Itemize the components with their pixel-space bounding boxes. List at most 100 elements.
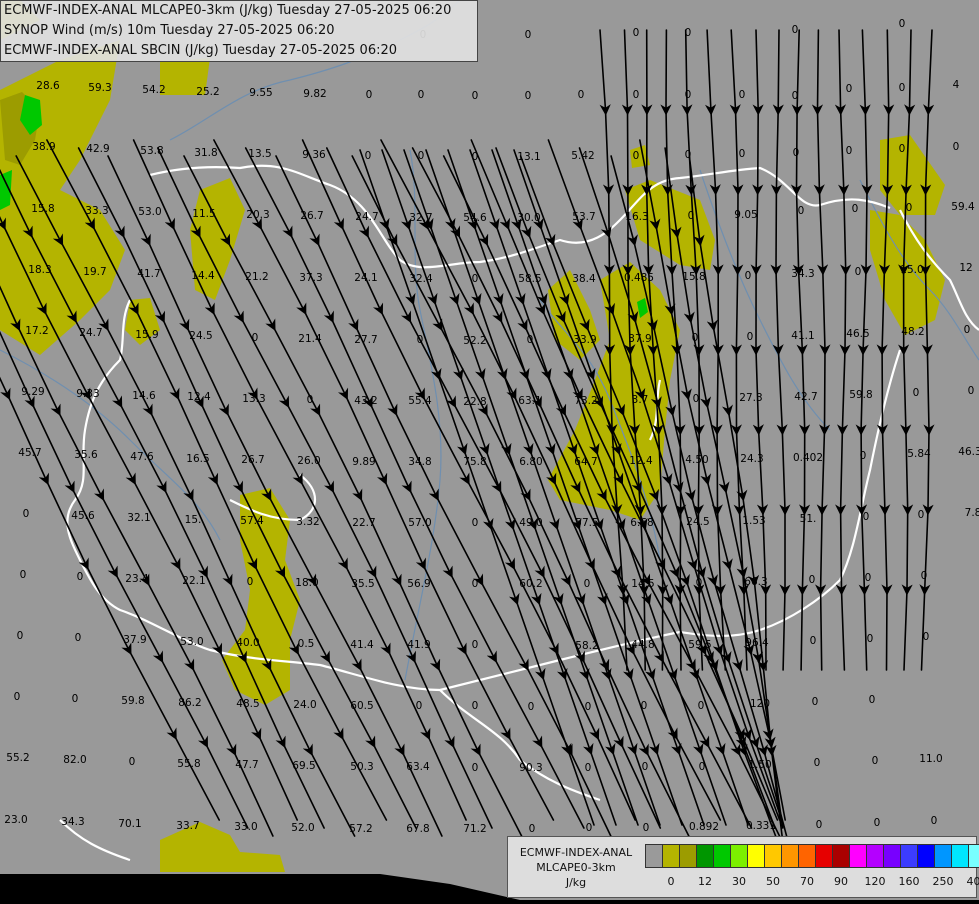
cin-value-label: 0 xyxy=(633,89,640,101)
cin-value-label: 0 xyxy=(527,334,534,346)
cin-value-label: 41.7 xyxy=(137,268,160,280)
cin-value-label: 45.6 xyxy=(71,510,95,522)
cin-value-label: 0 xyxy=(692,332,699,344)
legend-tick-label: 120 xyxy=(865,875,886,888)
legend-swatch xyxy=(952,845,969,867)
cin-value-label: 16.3 xyxy=(625,211,648,223)
cin-value-label: 120 xyxy=(750,698,770,710)
cin-value-label: 0 xyxy=(816,819,823,831)
cin-value-label: 20.3 xyxy=(246,209,269,221)
cin-value-label: 0 xyxy=(852,203,859,215)
cin-value-label: 21.4 xyxy=(298,333,322,345)
cin-value-label: 34.3 xyxy=(61,816,84,828)
cin-value-label: 17.2 xyxy=(25,325,48,337)
cin-value-label: 54.2 xyxy=(142,84,165,96)
cin-value-label: 0 xyxy=(642,761,649,773)
legend-swatch xyxy=(833,845,850,867)
cin-value-label: 90.3 xyxy=(519,762,542,774)
legend-swatch xyxy=(748,845,765,867)
cin-value-label: 0 xyxy=(688,210,695,222)
legend-swatch xyxy=(969,845,979,867)
cin-value-label: 31.8 xyxy=(194,147,217,159)
cin-value-label: 11.5 xyxy=(192,208,215,220)
cin-value-label: 7.8 xyxy=(965,507,979,519)
cin-value-label: 0 xyxy=(793,147,800,159)
cin-value-label: 0 xyxy=(252,332,259,344)
legend-swatch xyxy=(697,845,714,867)
map-canvas[interactable]: 28.659.354.225.29.559.820000000000040000… xyxy=(0,0,979,900)
cin-value-label: 25.2 xyxy=(196,86,219,98)
cin-value-label: 0 xyxy=(525,90,532,102)
cin-value-label: 57.4 xyxy=(240,515,264,527)
cin-value-label: 0 xyxy=(699,761,706,773)
cin-value-label: 26.7 xyxy=(241,454,264,466)
cin-value-label: 47.6 xyxy=(130,451,154,463)
header-line-1: ECMWF-INDEX-ANAL MLCAPE0-3km (J/kg) Tues… xyxy=(4,3,451,19)
cin-value-label: 13.3 xyxy=(242,393,265,405)
cin-value-label: 0 xyxy=(874,817,881,829)
cin-value-label: 37.3 xyxy=(299,272,322,284)
cin-value-label: 66.3 xyxy=(744,576,767,588)
header-line-2: SYNOP Wind (m/s) 10m Tuesday 27-05-2025 … xyxy=(4,23,335,39)
cin-value-label: 0.402 xyxy=(793,452,823,464)
cin-value-label: 0 xyxy=(747,331,754,343)
legend-tick-label: 70 xyxy=(800,875,814,888)
cin-value-label: 0 xyxy=(923,631,930,643)
cin-value-label: 24.7 xyxy=(79,327,102,339)
cin-value-label: 0 xyxy=(129,756,136,768)
legend-tick-label: 160 xyxy=(899,875,920,888)
cin-value-label: 21.2 xyxy=(245,271,268,283)
cin-value-label: 41.1 xyxy=(791,330,814,342)
cin-value-label: 24.1 xyxy=(354,272,377,284)
cin-value-label: 13.5 xyxy=(248,148,271,160)
cin-value-label: 0 xyxy=(899,143,906,155)
legend-unit: J/kg xyxy=(510,875,642,890)
cin-value-label: 27.3 xyxy=(739,392,762,404)
cin-value-label: 57.5 xyxy=(575,517,598,529)
legend-swatch xyxy=(867,845,884,867)
cin-value-label: 33.3 xyxy=(85,205,108,217)
cin-value-label: 0 xyxy=(23,508,30,520)
legend-tick-label: 90 xyxy=(834,875,848,888)
legend-tick-label: 400 xyxy=(967,875,979,888)
cin-value-label: 33.0 xyxy=(234,821,257,833)
cin-value-label: 14.6 xyxy=(132,390,156,402)
cin-value-label: 1.50 xyxy=(748,759,771,771)
cin-value-label: 50.3 xyxy=(350,761,373,773)
cin-value-label: 23.0 xyxy=(4,814,27,826)
cin-value-label: 41.4 xyxy=(350,639,374,651)
cin-value-label: 0 xyxy=(365,150,372,162)
cin-value-label: 0 xyxy=(472,517,479,529)
cin-value-label: 64.7 xyxy=(574,456,597,468)
cin-value-label: 69.5 xyxy=(292,760,315,772)
cin-value-label: 0.892 xyxy=(689,821,719,833)
cin-value-label: 0.485 xyxy=(624,272,654,284)
legend-swatch xyxy=(918,845,935,867)
cin-value-label: 0 xyxy=(846,145,853,157)
legend-tick-label: 50 xyxy=(766,875,780,888)
cin-value-label: 0 xyxy=(739,89,746,101)
cin-value-label: 34.3 xyxy=(791,268,814,280)
cin-value-label: 0 xyxy=(792,90,799,102)
map-svg[interactable]: 28.659.354.225.29.559.820000000000040000… xyxy=(0,0,979,900)
cin-value-label: 15.9 xyxy=(135,329,158,341)
cin-value-label: 4.50 xyxy=(685,454,708,466)
cin-value-label: 0 xyxy=(472,151,479,163)
cin-value-label: 22.7 xyxy=(352,517,375,529)
cin-value-label: 26.7 xyxy=(300,210,323,222)
cin-value-label: 3.32 xyxy=(296,516,319,528)
cin-value-label: 24.7 xyxy=(355,211,378,223)
cin-value-label: 0 xyxy=(472,639,479,651)
cin-value-label: 55.2 xyxy=(6,752,29,764)
cin-value-label: 0 xyxy=(745,270,752,282)
map-background xyxy=(0,0,979,900)
cin-value-label: 70.1 xyxy=(118,818,141,830)
cin-value-label: 32.4 xyxy=(409,273,433,285)
legend-tick-label: 250 xyxy=(933,875,954,888)
cin-value-label: 32.7 xyxy=(409,212,432,224)
cin-value-label: 9.89 xyxy=(352,456,375,468)
cin-value-label: 53.0 xyxy=(138,206,161,218)
cin-value-label: 52.0 xyxy=(291,822,314,834)
legend-title: ECMWF-INDEX-ANAL MLCAPE0-3km J/kg xyxy=(510,845,642,890)
legend-swatch xyxy=(765,845,782,867)
